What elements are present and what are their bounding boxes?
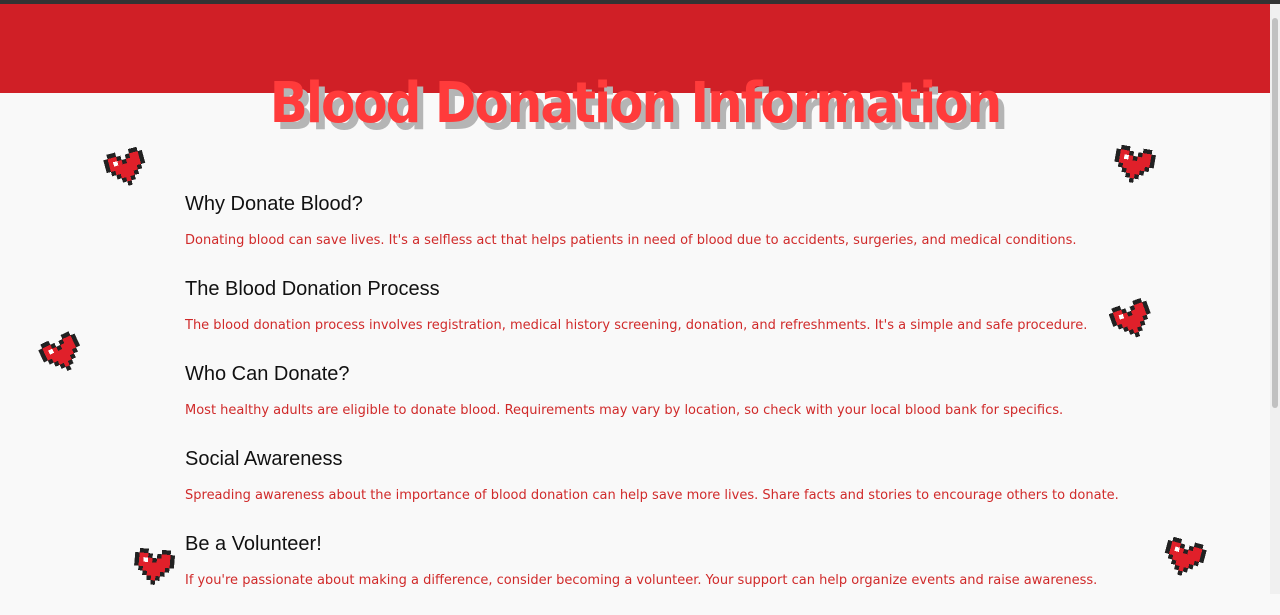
section-heading: Social Awareness [185,448,343,470]
info-sections: Why Donate Blood? Donating blood can sav… [185,190,1185,615]
vertical-scrollbar[interactable] [1270,4,1280,594]
section-text: Spreading awareness about the importance… [185,488,1119,503]
section-heading: Who Can Donate? [185,363,350,385]
section-heading: Be a Volunteer! [185,533,322,555]
section-volunteer: Be a Volunteer! If you're passionate abo… [185,530,1185,615]
section-social-awareness: Social Awareness Spreading awareness abo… [185,445,1185,530]
section-text: The blood donation process involves regi… [185,318,1088,333]
pixel-heart-icon [134,547,176,585]
pixel-heart-icon [103,146,146,186]
section-text: Most healthy adults are eligible to dona… [185,403,1064,418]
section-text: If you're passionate about making a diff… [185,573,1098,588]
pixel-heart-icon [38,331,81,372]
scrollbar-thumb[interactable] [1272,18,1278,408]
section-who-can-donate: Who Can Donate? Most healthy adults are … [185,360,1185,445]
pixel-heart-icon [1114,144,1157,183]
section-text: Donating blood can save lives. It's a se… [185,233,1077,248]
section-heading: The Blood Donation Process [185,278,440,300]
section-heading: Why Donate Blood? [185,193,363,215]
section-donation-process: The Blood Donation Process The blood don… [185,275,1185,360]
page-title: Blood Donation Information [269,70,1003,136]
section-why-donate: Why Donate Blood? Donating blood can sav… [185,190,1185,275]
